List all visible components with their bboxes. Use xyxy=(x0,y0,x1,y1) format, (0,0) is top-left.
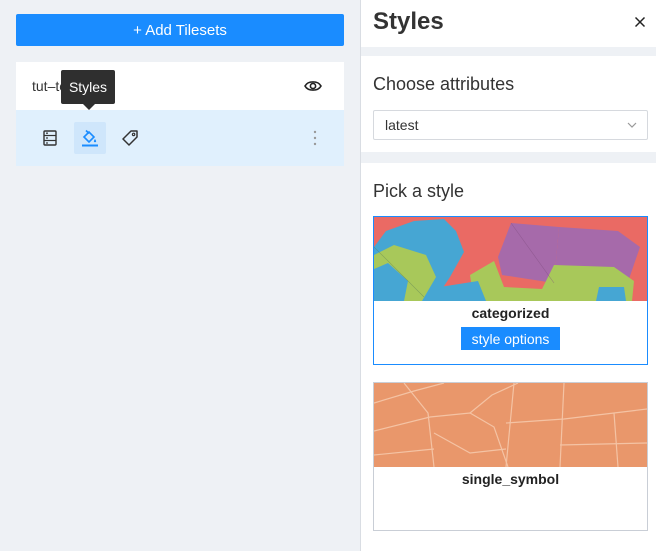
attribute-select[interactable]: latest xyxy=(373,110,648,140)
tilesets-panel: + Add Tilesets tut–te Styles xyxy=(0,0,360,551)
style-card-single-symbol[interactable]: single_symbol xyxy=(373,382,648,531)
styles-tooltip: Styles xyxy=(61,70,115,110)
more-icon[interactable] xyxy=(312,128,318,148)
choose-attributes-section: Choose attributes latest xyxy=(361,56,656,152)
tileset-toolbar xyxy=(16,110,344,166)
single-symbol-preview xyxy=(374,383,647,467)
categorized-preview xyxy=(374,217,647,301)
style-name: categorized xyxy=(471,305,550,321)
style-name: single_symbol xyxy=(461,471,560,487)
styles-panel: Styles Choose attributes latest Pick a s… xyxy=(361,0,656,551)
attributes-tool[interactable] xyxy=(34,122,66,154)
close-icon[interactable] xyxy=(634,16,646,28)
choose-attributes-heading: Choose attributes xyxy=(373,74,515,94)
styles-header: Styles xyxy=(361,0,656,47)
labels-tool[interactable] xyxy=(114,122,146,154)
style-options-button[interactable]: style options xyxy=(461,327,560,350)
paint-bucket-icon xyxy=(82,129,98,147)
add-tilesets-button[interactable]: + Add Tilesets xyxy=(16,14,344,46)
styles-tool[interactable] xyxy=(74,122,106,154)
tag-icon xyxy=(122,130,138,146)
style-card-categorized[interactable]: categorized style options xyxy=(373,216,648,365)
chevron-down-icon xyxy=(627,122,637,128)
pick-style-section: Pick a style categorized style options s… xyxy=(361,163,656,551)
attribute-select-value: latest xyxy=(385,117,419,133)
list-icon xyxy=(43,130,57,146)
eye-icon[interactable] xyxy=(304,78,322,94)
panel-title: Styles xyxy=(373,8,444,35)
pick-style-heading: Pick a style xyxy=(373,181,465,201)
